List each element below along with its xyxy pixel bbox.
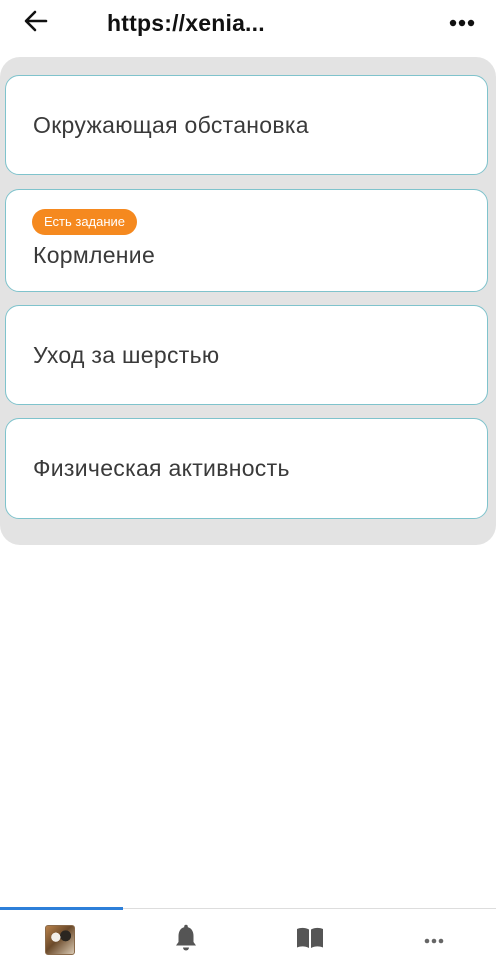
page: https://xenia... Окружающая обстановка Е… — [0, 0, 496, 966]
active-tab-indicator — [0, 907, 123, 910]
category-card-activity[interactable]: Физическая активность — [5, 418, 488, 519]
url-text: https://xenia... — [107, 10, 265, 36]
more-horizontal-icon — [424, 931, 444, 949]
book-icon — [295, 926, 325, 955]
category-card-feeding[interactable]: Есть задание Кормление — [5, 189, 488, 292]
more-button[interactable] — [444, 8, 480, 38]
bottom-nav — [0, 907, 496, 966]
category-card-environment[interactable]: Окружающая обстановка — [5, 75, 488, 175]
task-badge: Есть задание — [32, 209, 138, 235]
card-label: Кормление — [33, 242, 156, 268]
pet-avatar-icon — [45, 925, 75, 955]
card-label: Уход за шерстью — [33, 342, 220, 368]
nav-item-guide[interactable] — [290, 923, 330, 957]
categories-panel: Окружающая обстановка Есть задание Кормл… — [0, 57, 496, 545]
category-card-grooming[interactable]: Уход за шерстью — [5, 305, 488, 405]
card-label: Окружающая обстановка — [33, 112, 309, 138]
arrow-left-icon — [24, 10, 48, 37]
bell-icon — [173, 924, 199, 957]
more-horizontal-icon — [449, 14, 475, 32]
nav-item-pet[interactable] — [40, 923, 80, 957]
nav-item-more[interactable] — [414, 923, 454, 957]
nav-item-notifications[interactable] — [166, 923, 206, 957]
card-label: Физическая активность — [33, 455, 290, 481]
top-bar: https://xenia... — [0, 0, 496, 50]
back-button[interactable] — [18, 8, 54, 38]
